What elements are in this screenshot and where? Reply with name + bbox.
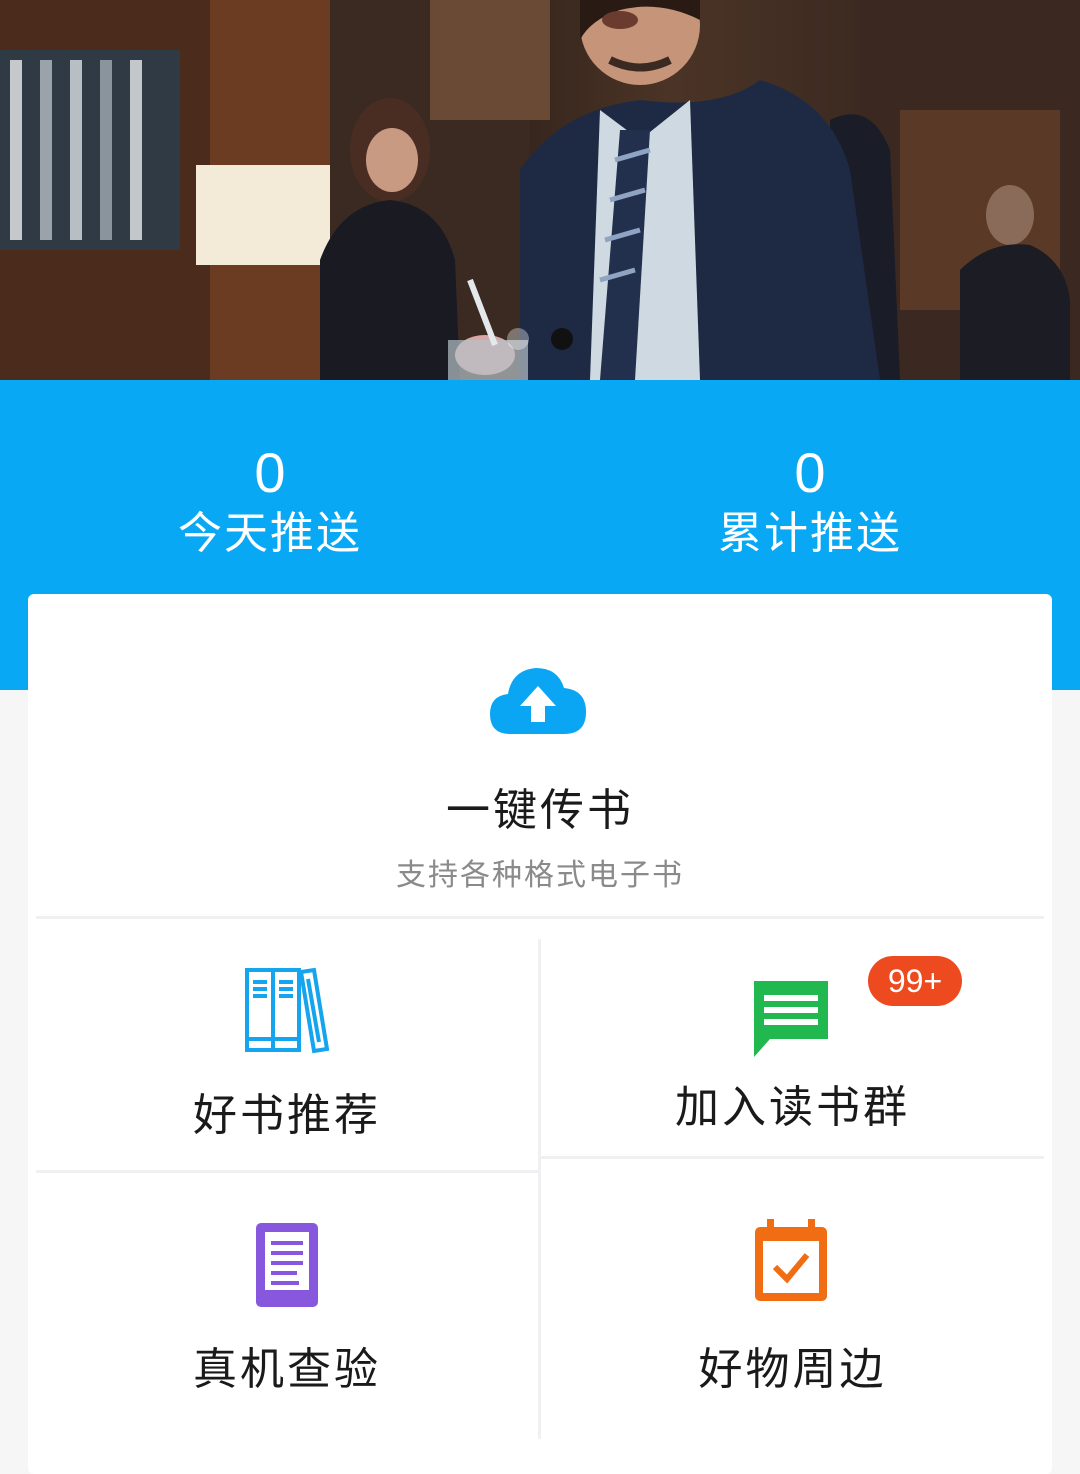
carousel-indicator <box>0 328 1080 350</box>
chat-message-icon <box>754 981 828 1057</box>
tile-label: 好书推荐 <box>193 1090 381 1141</box>
upload-subtitle: 支持各种格式电子书 <box>396 858 684 893</box>
tile-label: 真机查验 <box>193 1344 381 1395</box>
upload-title: 一键传书 <box>446 785 634 836</box>
calendar-check-icon <box>755 1219 827 1301</box>
one-click-send-button[interactable]: 一键传书 支持各种格式电子书 <box>28 594 1052 918</box>
stat-value: 0 <box>254 441 286 504</box>
tile-merchandise[interactable]: 好物周边 <box>541 1159 1044 1433</box>
tile-join-group[interactable]: 99+ 加入读书群 <box>541 919 1044 1155</box>
carousel-dot-active[interactable] <box>551 328 573 350</box>
feature-card: 一键传书 支持各种格式电子书 好书推荐 99+ 加入读书群 真机查验 好物周边 <box>28 594 1052 1474</box>
books-icon <box>245 967 330 1054</box>
tile-book-recommend[interactable]: 好书推荐 <box>36 919 538 1169</box>
tile-label: 加入读书群 <box>675 1082 910 1133</box>
document-icon <box>256 1223 318 1307</box>
stat-value: 0 <box>794 441 826 504</box>
stat-today-push: 0 今天推送 <box>70 440 470 562</box>
tile-device-check[interactable]: 真机查验 <box>36 1173 538 1433</box>
stat-label: 今天推送 <box>178 508 362 559</box>
cloud-upload-icon <box>490 668 586 734</box>
stat-label: 累计推送 <box>718 508 902 559</box>
banner-image <box>0 0 1080 380</box>
stat-total-push: 0 累计推送 <box>610 440 1010 562</box>
banner-carousel[interactable] <box>0 0 1080 380</box>
carousel-dot[interactable] <box>507 328 529 350</box>
tile-label: 好物周边 <box>698 1344 887 1395</box>
unread-badge: 99+ <box>868 956 962 1006</box>
